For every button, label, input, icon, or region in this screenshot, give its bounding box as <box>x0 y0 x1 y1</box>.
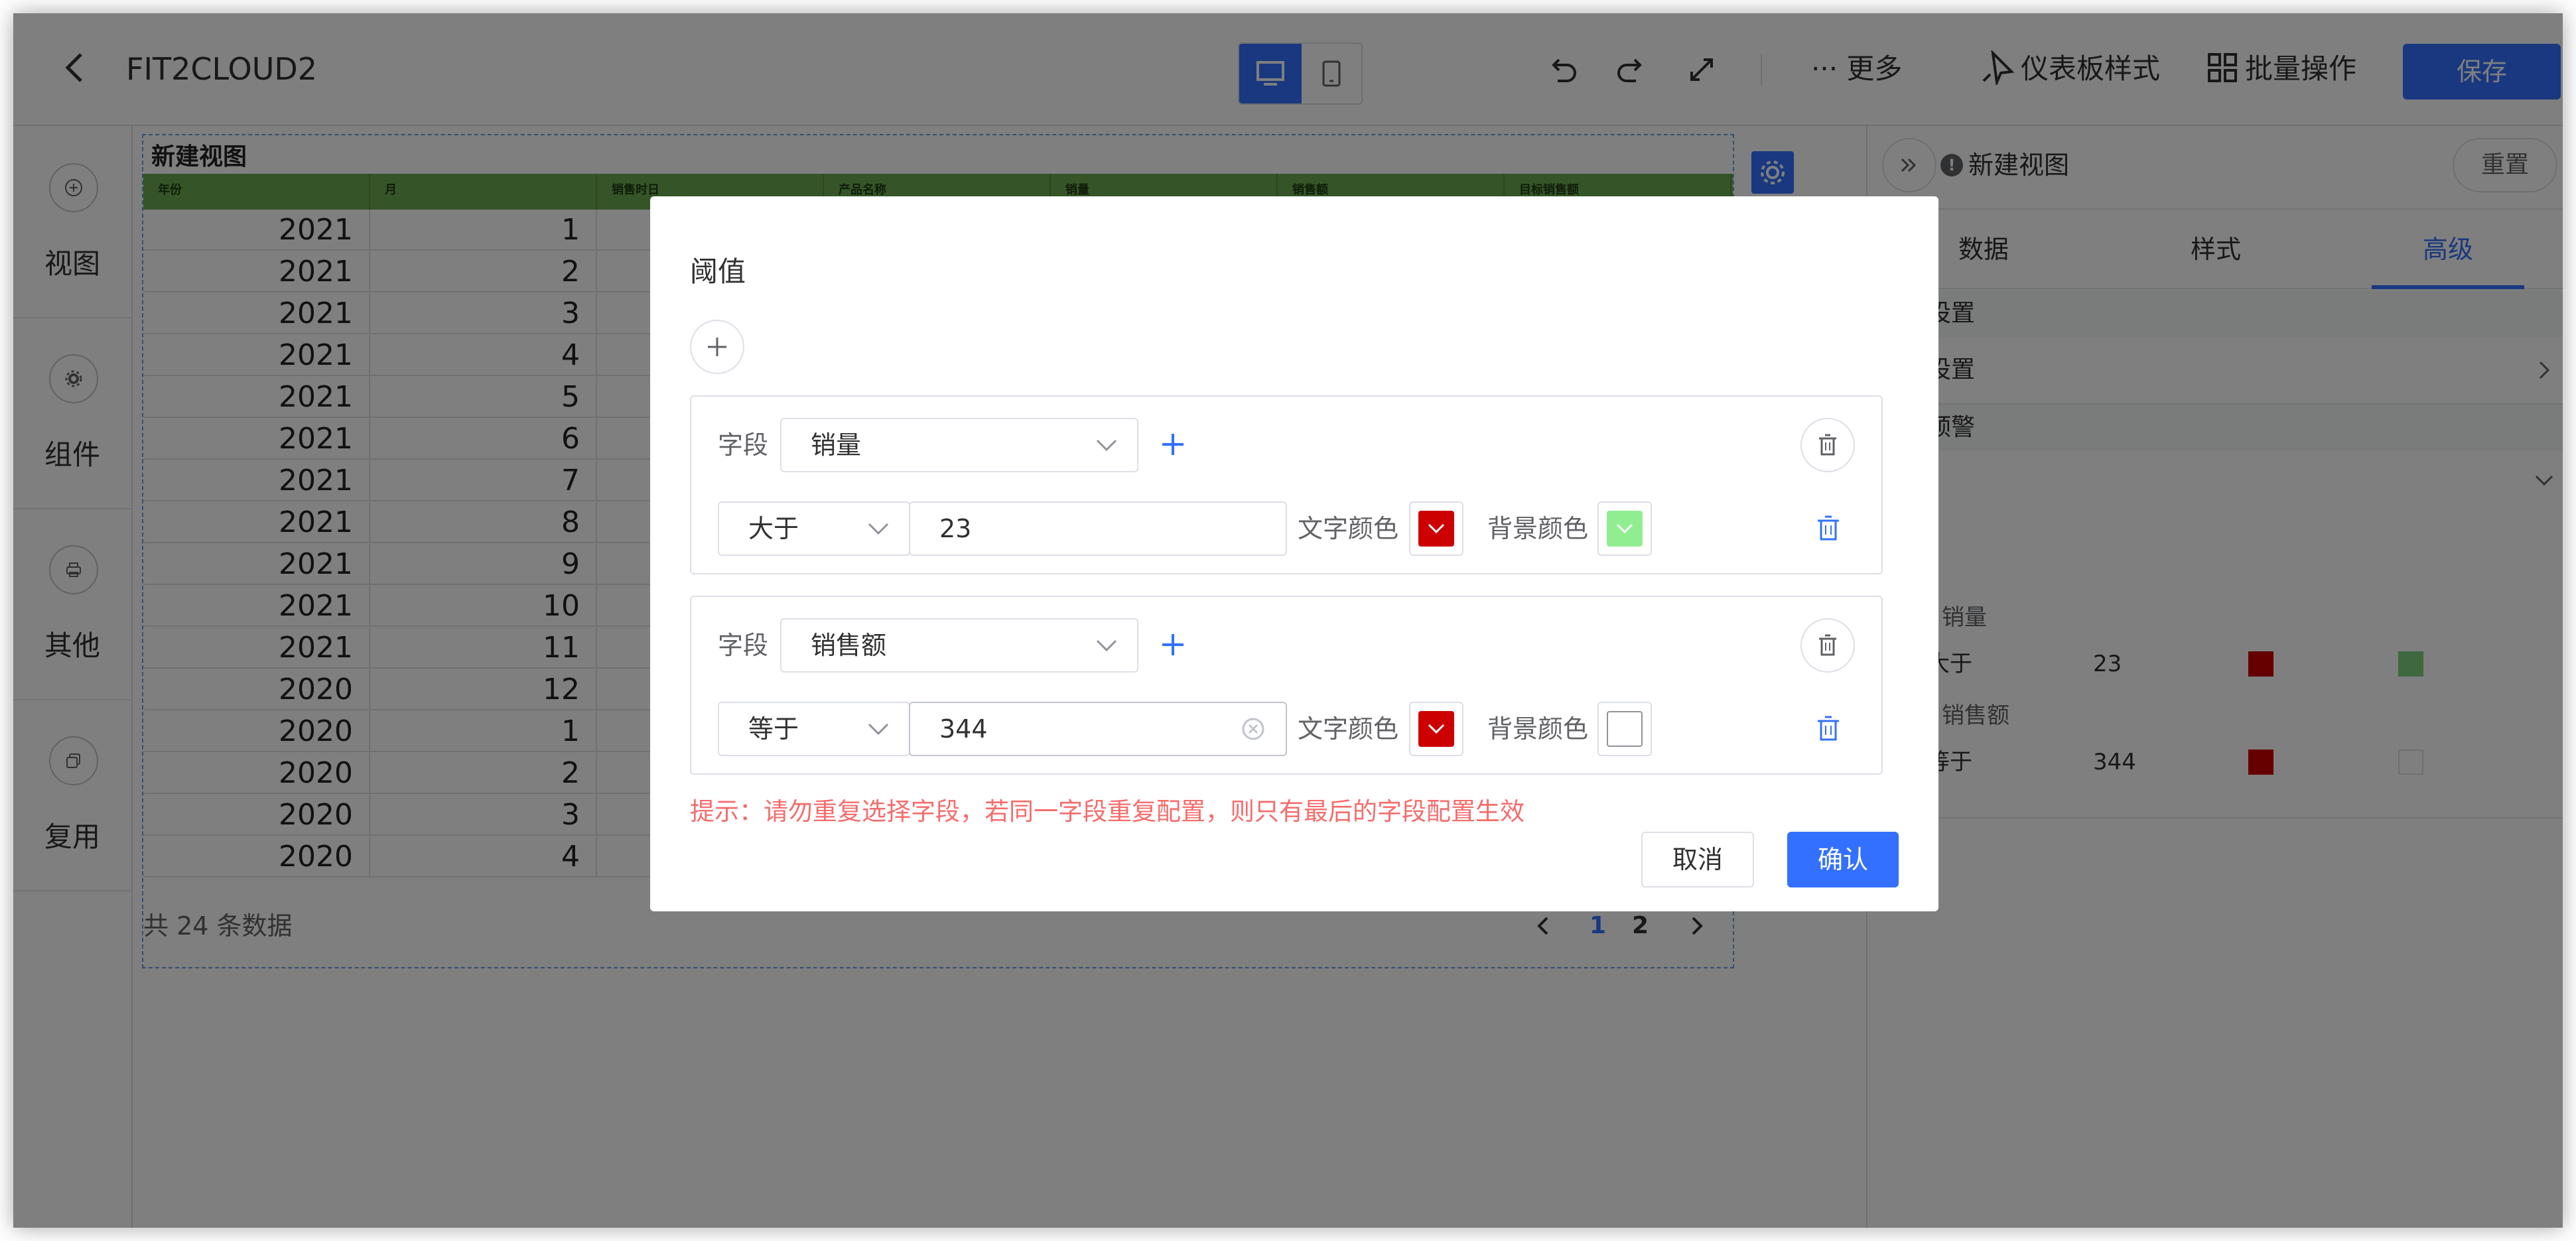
threshold-value-input[interactable]: 344 <box>909 702 1287 756</box>
field-label: 字段 <box>718 631 769 660</box>
text-color-picker[interactable] <box>1409 702 1463 756</box>
field-label: 字段 <box>718 430 769 460</box>
empty-color-icon <box>1607 711 1643 747</box>
bg-color-picker[interactable] <box>1597 501 1652 556</box>
delete-rule-button[interactable] <box>1800 618 1855 673</box>
field-select[interactable]: 销量 <box>780 418 1138 472</box>
chevron-down-icon <box>1418 511 1454 547</box>
bg-color-label: 背景颜色 <box>1487 714 1589 744</box>
chevron-down-icon <box>1418 711 1454 747</box>
bg-color-label: 背景颜色 <box>1487 514 1589 543</box>
chevron-down-icon <box>1096 639 1117 652</box>
threshold-dialog: 阈值 字段 销量 大于 23 文字颜色 背景颜色 字段 销售额 等于 344 文… <box>650 196 1938 911</box>
confirm-button[interactable]: 确认 <box>1787 832 1899 887</box>
threshold-value: 23 <box>939 514 972 543</box>
trash-icon <box>1819 434 1836 456</box>
field-select-value: 销售额 <box>811 631 887 660</box>
field-select[interactable]: 销售额 <box>780 618 1138 673</box>
operator-select-value: 等于 <box>748 714 799 744</box>
delete-rule-button[interactable] <box>1800 418 1855 472</box>
add-condition-icon[interactable] <box>1160 431 1186 458</box>
field-select-value: 销量 <box>811 430 862 460</box>
hint-text: 提示：请勿重复选择字段，若同一字段重复配置，则只有最后的字段配置生效 <box>690 797 1525 826</box>
dialog-title: 阈值 <box>690 255 746 288</box>
trash-icon <box>1819 634 1836 656</box>
bg-color-picker[interactable] <box>1597 702 1652 756</box>
delete-condition-icon[interactable] <box>1815 515 1842 543</box>
app-window: FIT2CLOUD2 ··· 更多 仪表板样式 批量操作 保存 <box>13 13 2563 1228</box>
chevron-down-icon <box>1096 439 1117 452</box>
text-color-label: 文字颜色 <box>1298 514 1399 543</box>
delete-condition-icon[interactable] <box>1815 715 1842 743</box>
threshold-rule-2: 字段 销售额 等于 344 文字颜色 背景颜色 <box>690 596 1883 775</box>
operator-select[interactable]: 大于 <box>718 501 910 556</box>
text-color-picker[interactable] <box>1409 501 1463 556</box>
add-condition-icon[interactable] <box>1160 631 1186 658</box>
chevron-down-icon <box>868 723 889 736</box>
add-rule-button[interactable] <box>690 320 744 374</box>
threshold-rule-1: 字段 销量 大于 23 文字颜色 背景颜色 <box>690 395 1883 574</box>
chevron-down-icon <box>1607 511 1643 547</box>
threshold-value: 344 <box>939 714 988 744</box>
operator-select-value: 大于 <box>748 514 799 543</box>
cancel-button[interactable]: 取消 <box>1641 832 1754 887</box>
text-color-label: 文字颜色 <box>1298 714 1399 744</box>
operator-select[interactable]: 等于 <box>718 702 910 756</box>
plus-icon <box>708 338 726 356</box>
threshold-value-input[interactable]: 23 <box>909 501 1287 556</box>
chevron-down-icon <box>868 523 889 535</box>
clear-icon <box>1242 718 1264 740</box>
